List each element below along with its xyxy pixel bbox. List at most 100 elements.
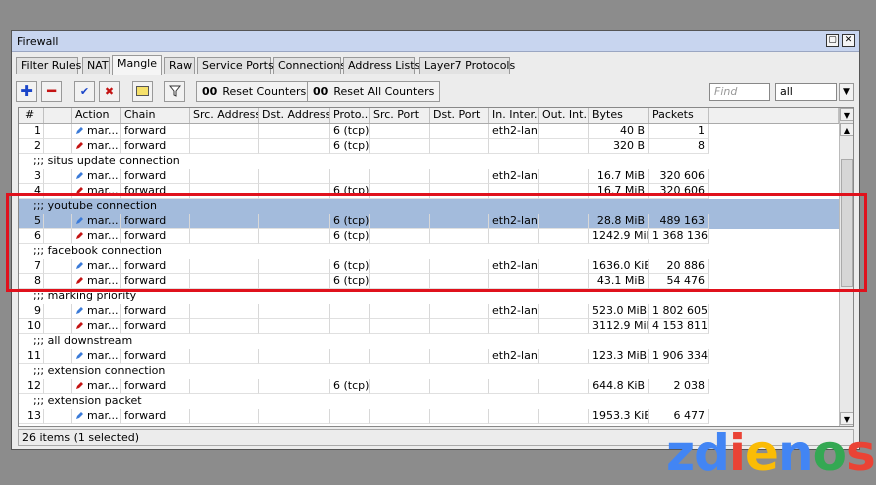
tab-mangle[interactable]: Mangle: [112, 55, 162, 75]
column-header-dst-address[interactable]: Dst. Address: [259, 108, 330, 123]
pencil-icon: [75, 380, 84, 389]
rule-in-interface: eth2-lan: [489, 169, 539, 184]
table-row[interactable]: 2 mar... forward 6 (tcp) 320 B8: [19, 139, 839, 154]
tab-connections[interactable]: Connections: [273, 57, 346, 74]
remove-button[interactable]: ━: [41, 81, 62, 102]
column-header-action[interactable]: Action: [72, 108, 121, 123]
rule-flags: [44, 139, 72, 154]
table-row[interactable]: 10 mar... forward 3112.9 MiB 4 153 811: [19, 319, 839, 334]
plus-icon: ✚: [20, 82, 33, 100]
note-icon: [136, 86, 149, 96]
table-row[interactable]: 12 mar... forward 6 (tcp) 644.8 KiB 2 038: [19, 379, 839, 394]
column-header-flags[interactable]: [44, 108, 72, 123]
rule-src-address: [190, 124, 259, 139]
column-header-src-port[interactable]: Src. Port: [370, 108, 430, 123]
enable-button[interactable]: ✔: [74, 81, 95, 102]
filter-button[interactable]: [164, 81, 185, 102]
rule-protocol: [330, 304, 370, 319]
comment-button[interactable]: [132, 81, 153, 102]
table-row[interactable]: 9 mar... forward eth2-lan 523.0 MiB 1 802 605: [19, 304, 839, 319]
rule-comment: ;;; situs update connection: [33, 154, 180, 167]
rule-number: 2: [19, 139, 44, 154]
rule-comment: ;;; extension connection: [33, 364, 166, 377]
rule-dst-port: [430, 379, 489, 394]
rule-src-address: [190, 139, 259, 154]
column-header-[interactable]: #: [19, 108, 44, 123]
table-row[interactable]: 11 mar... forward eth2-lan 123.3 MiB 1 906 33…: [19, 349, 839, 364]
table-row[interactable]: 13 mar... forward 1953.3 KiB 6 477: [19, 409, 839, 424]
rule-packets: 6 477: [649, 409, 709, 424]
rule-chain: forward: [121, 169, 190, 184]
rule-protocol: 6 (tcp): [330, 379, 370, 394]
rule-src-address: [190, 409, 259, 424]
scroll-up-icon[interactable]: ▲: [840, 123, 853, 136]
rule-protocol: [330, 319, 370, 334]
reset-counters-button[interactable]: 00 Reset Counters: [196, 81, 313, 102]
rule-chain: forward: [121, 139, 190, 154]
column-header-bytes[interactable]: Bytes: [589, 108, 649, 123]
rule-out-interface: [539, 379, 589, 394]
rule-action: mar...: [72, 379, 121, 394]
rule-out-interface: [539, 319, 589, 334]
comment-row[interactable]: ;;; all downstream: [19, 334, 839, 349]
table-header: # Action Chain Src. Address Dst. Address Prot…: [19, 108, 839, 124]
rule-out-interface: [539, 139, 589, 154]
rule-dst-port: [430, 409, 489, 424]
comment-row[interactable]: ;;; situs update connection: [19, 154, 839, 169]
reset-all-counters-button[interactable]: 00 Reset All Counters: [307, 81, 441, 102]
tab-service-ports[interactable]: Service Ports: [197, 57, 274, 74]
oo-icon: 00: [313, 85, 329, 98]
title-bar[interactable]: Firewall ▢ ✕: [12, 31, 859, 52]
tab-raw[interactable]: Raw: [164, 57, 195, 74]
rule-out-interface: [539, 409, 589, 424]
pencil-icon: [75, 305, 84, 314]
window-title: Firewall: [17, 35, 59, 48]
rule-comment: ;;; all downstream: [33, 334, 133, 347]
column-header-dst-port[interactable]: Dst. Port: [430, 108, 489, 123]
rule-comment: ;;; extension packet: [33, 394, 142, 407]
column-header-out-int[interactable]: Out. Int...: [539, 108, 589, 123]
rule-bytes: 523.0 MiB: [589, 304, 649, 319]
rule-dst-address: [259, 379, 330, 394]
chevron-down-icon: ▼: [843, 87, 850, 97]
column-header-packets[interactable]: Packets: [649, 108, 709, 123]
rule-src-port: [370, 124, 430, 139]
minus-icon: ━: [46, 82, 57, 100]
scroll-menu-icon[interactable]: ▼: [840, 108, 853, 121]
column-header-filler: [709, 108, 839, 123]
column-header-src-address[interactable]: Src. Address: [190, 108, 259, 123]
rule-bytes: 3112.9 MiB: [589, 319, 649, 334]
rule-dst-port: [430, 169, 489, 184]
highlight-box: [6, 193, 867, 292]
rule-out-interface: [539, 169, 589, 184]
filter-select[interactable]: all: [775, 83, 837, 101]
rule-in-interface: eth2-lan: [489, 304, 539, 319]
rule-dst-address: [259, 304, 330, 319]
maximize-button[interactable]: ▢: [826, 34, 839, 47]
disable-button[interactable]: ✖: [99, 81, 120, 102]
add-button[interactable]: ✚: [16, 81, 37, 102]
column-header-chain[interactable]: Chain: [121, 108, 190, 123]
tab-filter-rules[interactable]: Filter Rules: [16, 57, 81, 74]
rule-dst-address: [259, 319, 330, 334]
rule-chain: forward: [121, 379, 190, 394]
rule-src-address: [190, 169, 259, 184]
column-header-in-inter[interactable]: In. Inter...: [489, 108, 539, 123]
column-header-proto[interactable]: Proto...: [330, 108, 370, 123]
rule-in-interface: eth2-lan: [489, 124, 539, 139]
table-row[interactable]: 1 mar... forward 6 (tcp) eth2-lan 40 B1: [19, 124, 839, 139]
comment-row[interactable]: ;;; extension packet: [19, 394, 839, 409]
tab-address-lists[interactable]: Address Lists: [343, 57, 420, 74]
rule-flags: [44, 304, 72, 319]
comment-row[interactable]: ;;; extension connection: [19, 364, 839, 379]
rule-protocol: [330, 409, 370, 424]
find-input[interactable]: Find: [709, 83, 770, 101]
table-row[interactable]: 3 mar... forward eth2-lan 16.7 MiB 320 606: [19, 169, 839, 184]
tab-nat[interactable]: NAT: [82, 57, 110, 74]
close-button[interactable]: ✕: [842, 34, 855, 47]
toolbar: ✚ ━ ✔ ✖ 00 Reset Counters 00 Reset All Cou…: [16, 79, 855, 103]
rule-number: 12: [19, 379, 44, 394]
tab-layer7-protocols[interactable]: Layer7 Protocols: [419, 57, 515, 74]
watermark-letter: z: [666, 424, 695, 482]
filter-dropdown-button[interactable]: ▼: [839, 83, 854, 101]
